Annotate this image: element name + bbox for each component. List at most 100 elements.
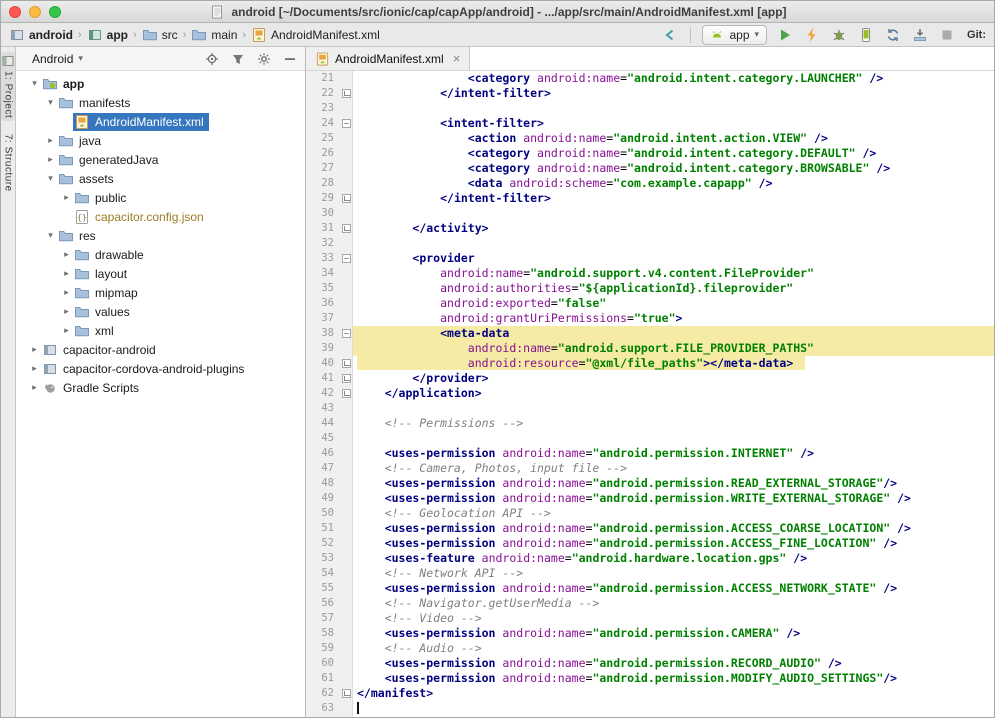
chevron-right-icon[interactable]: ▸: [60, 325, 73, 336]
fold-marker[interactable]: [340, 371, 353, 386]
fold-marker[interactable]: [340, 221, 353, 236]
stop-icon[interactable]: [938, 26, 956, 44]
chevron-right-icon[interactable]: ▸: [60, 249, 73, 260]
tab-androidmanifest[interactable]: AndroidManifest.xml ×: [306, 47, 470, 70]
code-line-58[interactable]: 58 <uses-permission android:name="androi…: [306, 626, 994, 641]
chevron-right-icon[interactable]: ▸: [60, 268, 73, 279]
code-line-37[interactable]: 37 android:grantUriPermissions="true">: [306, 311, 994, 326]
sdk-icon[interactable]: [911, 26, 929, 44]
chevron-right-icon[interactable]: ▸: [44, 135, 57, 146]
sync-icon[interactable]: [884, 26, 902, 44]
close-tab-icon[interactable]: ×: [453, 52, 461, 65]
debug-icon[interactable]: [830, 26, 848, 44]
fold-marker[interactable]: [340, 356, 353, 371]
fold-marker[interactable]: −: [340, 116, 353, 131]
code-line-56[interactable]: 56 <!-- Navigator.getUserMedia -->: [306, 596, 994, 611]
code-line-54[interactable]: 54 <!-- Network API -->: [306, 566, 994, 581]
code-line-38[interactable]: 38− <meta-data: [306, 326, 994, 341]
code-line-23[interactable]: 23: [306, 101, 994, 116]
chevron-right-icon[interactable]: ▸: [28, 344, 41, 355]
code-line-26[interactable]: 26 <category android:name="android.inten…: [306, 146, 994, 161]
fold-marker[interactable]: [340, 86, 353, 101]
structure-stripe-button[interactable]: 7: Structure: [2, 131, 15, 195]
device-icon[interactable]: [857, 26, 875, 44]
code-editor[interactable]: 21 <category android:name="android.inten…: [306, 71, 994, 717]
code-line-50[interactable]: 50 <!-- Geolocation API -->: [306, 506, 994, 521]
code-line-24[interactable]: 24− <intent-filter>: [306, 116, 994, 131]
fold-marker[interactable]: −: [340, 251, 353, 266]
tree-item-capacitor-config-json[interactable]: {}capacitor.config.json: [16, 207, 305, 226]
tree-item-generatedjava[interactable]: ▸generatedJava: [16, 150, 305, 169]
code-line-46[interactable]: 46 <uses-permission android:name="androi…: [306, 446, 994, 461]
tree-item-mipmap[interactable]: ▸mipmap: [16, 283, 305, 302]
chevron-right-icon[interactable]: ▸: [28, 382, 41, 393]
code-line-47[interactable]: 47 <!-- Camera, Photos, input file -->: [306, 461, 994, 476]
tree-item-capacitor-android[interactable]: ▸capacitor-android: [16, 340, 305, 359]
chevron-down-icon[interactable]: ▾: [44, 230, 57, 241]
tree-item-assets[interactable]: ▾assets: [16, 169, 305, 188]
code-line-30[interactable]: 30: [306, 206, 994, 221]
code-line-21[interactable]: 21 <category android:name="android.inten…: [306, 71, 994, 86]
code-line-53[interactable]: 53 <uses-feature android:name="android.h…: [306, 551, 994, 566]
code-line-40[interactable]: 40 android:resource="@xml/file_paths"></…: [306, 356, 994, 371]
tree-item-xml[interactable]: ▸xml: [16, 321, 305, 340]
project-view-selector[interactable]: Android ▾: [32, 52, 83, 66]
code-line-45[interactable]: 45: [306, 431, 994, 446]
settings-icon[interactable]: [256, 51, 271, 66]
filter-icon[interactable]: [230, 51, 245, 66]
fold-marker[interactable]: [340, 386, 353, 401]
minimize-window-button[interactable]: [29, 6, 41, 18]
apply-changes-icon[interactable]: [803, 26, 821, 44]
code-line-27[interactable]: 27 <category android:name="android.inten…: [306, 161, 994, 176]
tree-item-app[interactable]: ▾app: [16, 74, 305, 93]
code-line-22[interactable]: 22 </intent-filter>: [306, 86, 994, 101]
code-line-52[interactable]: 52 <uses-permission android:name="androi…: [306, 536, 994, 551]
code-line-31[interactable]: 31 </activity>: [306, 221, 994, 236]
hide-icon[interactable]: [282, 51, 297, 66]
tree-item-layout[interactable]: ▸layout: [16, 264, 305, 283]
fold-marker[interactable]: [340, 686, 353, 701]
chevron-down-icon[interactable]: ▾: [44, 97, 57, 108]
chevron-right-icon[interactable]: ▸: [60, 192, 73, 203]
tree-item-res[interactable]: ▾res: [16, 226, 305, 245]
fold-marker[interactable]: [340, 191, 353, 206]
code-line-49[interactable]: 49 <uses-permission android:name="androi…: [306, 491, 994, 506]
zoom-window-button[interactable]: [49, 6, 61, 18]
chevron-right-icon[interactable]: ▸: [60, 287, 73, 298]
code-line-36[interactable]: 36 android:exported="false": [306, 296, 994, 311]
code-line-39[interactable]: 39 android:name="android.support.FILE_PR…: [306, 341, 994, 356]
tree-item-androidmanifest-xml[interactable]: AndroidManifest.xml: [16, 112, 305, 131]
code-line-61[interactable]: 61 <uses-permission android:name="androi…: [306, 671, 994, 686]
project-stripe-button[interactable]: 1: Project: [1, 52, 15, 121]
code-line-41[interactable]: 41 </provider>: [306, 371, 994, 386]
code-line-62[interactable]: 62</manifest>: [306, 686, 994, 701]
run-icon[interactable]: [776, 26, 794, 44]
chevron-right-icon[interactable]: ▸: [60, 306, 73, 317]
fold-marker[interactable]: −: [340, 326, 353, 341]
close-window-button[interactable]: [9, 6, 21, 18]
code-line-60[interactable]: 60 <uses-permission android:name="androi…: [306, 656, 994, 671]
chevron-down-icon[interactable]: ▾: [44, 173, 57, 184]
code-line-28[interactable]: 28 <data android:scheme="com.example.cap…: [306, 176, 994, 191]
back-icon[interactable]: [661, 26, 679, 44]
code-line-32[interactable]: 32: [306, 236, 994, 251]
chevron-down-icon[interactable]: ▾: [28, 78, 41, 89]
code-line-59[interactable]: 59 <!-- Audio -->: [306, 641, 994, 656]
code-line-43[interactable]: 43: [306, 401, 994, 416]
breadcrumb-item-android[interactable]: android: [7, 26, 75, 43]
run-config-selector[interactable]: app ▾: [702, 25, 767, 45]
chevron-right-icon[interactable]: ▸: [28, 363, 41, 374]
code-line-57[interactable]: 57 <!-- Video -->: [306, 611, 994, 626]
breadcrumb-item-main[interactable]: main: [189, 26, 239, 43]
breadcrumb-item-src[interactable]: src: [140, 26, 180, 43]
tree-item-gradle-scripts[interactable]: ▸Gradle Scripts: [16, 378, 305, 397]
chevron-right-icon[interactable]: ▸: [44, 154, 57, 165]
tree-item-public[interactable]: ▸public: [16, 188, 305, 207]
tree-item-manifests[interactable]: ▾manifests: [16, 93, 305, 112]
tree-item-values[interactable]: ▸values: [16, 302, 305, 321]
locate-icon[interactable]: [204, 51, 219, 66]
code-line-63[interactable]: 63: [306, 701, 994, 716]
code-line-55[interactable]: 55 <uses-permission android:name="androi…: [306, 581, 994, 596]
code-line-35[interactable]: 35 android:authorities="${applicationId}…: [306, 281, 994, 296]
code-line-48[interactable]: 48 <uses-permission android:name="androi…: [306, 476, 994, 491]
